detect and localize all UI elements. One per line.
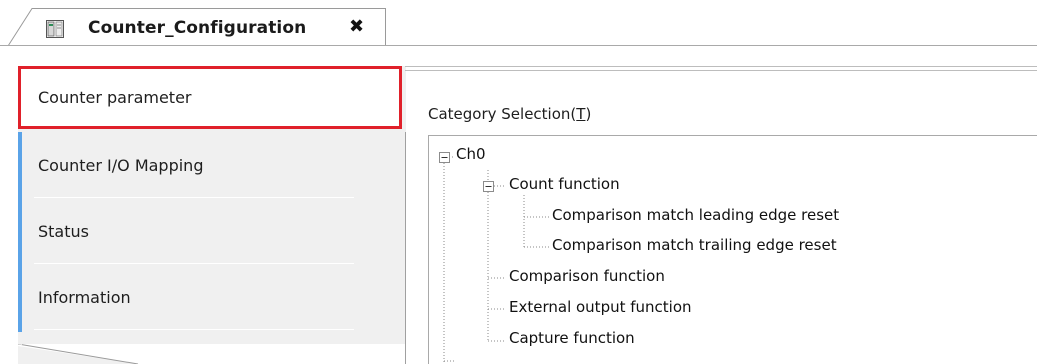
nav-item-label: Counter I/O Mapping xyxy=(38,156,204,175)
tree-node-comparison-function[interactable]: Comparison function xyxy=(509,267,665,285)
nav-item-status[interactable]: Status xyxy=(18,198,406,264)
collapse-icon[interactable] xyxy=(439,152,450,163)
nav-item-label: Counter parameter xyxy=(38,88,192,107)
nav-separator xyxy=(34,329,354,330)
tree-node-count-function[interactable]: Count function xyxy=(509,175,620,193)
collapse-icon[interactable] xyxy=(483,181,494,192)
tab-title: Counter_Configuration xyxy=(88,18,307,38)
tree-node-leading-edge-reset[interactable]: Comparison match leading edge reset xyxy=(552,206,839,224)
content-top-border xyxy=(405,66,1037,67)
category-label-suffix: ) xyxy=(585,105,592,123)
nav-item-counter-io-mapping[interactable]: Counter I/O Mapping xyxy=(18,132,406,198)
nav-item-label: Information xyxy=(38,288,131,307)
nav-item-counter-parameter[interactable]: Counter parameter xyxy=(18,66,402,129)
tab-strip-baseline xyxy=(0,45,1037,46)
panel-divider xyxy=(405,132,406,364)
close-icon[interactable]: ✖ xyxy=(349,17,364,37)
category-selection-label: Category Selection(T) xyxy=(428,105,591,123)
tree-node-external-output-function[interactable]: External output function xyxy=(509,298,692,316)
tree-node-ch0[interactable]: Ch0 xyxy=(456,145,486,163)
nav-item-information[interactable]: Information xyxy=(18,264,406,330)
document-tab-strip: Counter_Configuration ✖ xyxy=(0,0,1037,46)
content-top-border-inner xyxy=(405,70,1037,71)
nav-item-label: Status xyxy=(38,222,89,241)
module-config-icon xyxy=(46,20,64,38)
tree-node-trailing-edge-reset[interactable]: Comparison match trailing edge reset xyxy=(552,236,837,254)
tree-node-capture-function[interactable]: Capture function xyxy=(509,329,635,347)
category-label-text: Category Selection( xyxy=(428,105,577,123)
